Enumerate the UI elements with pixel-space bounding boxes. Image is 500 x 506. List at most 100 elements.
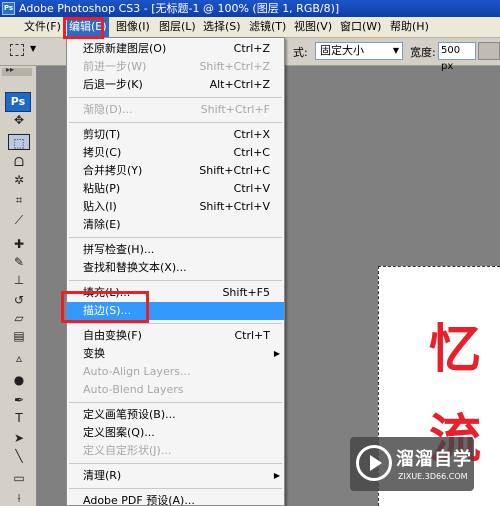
ps-logo[interactable]: Ps [5, 92, 31, 112]
menu-item-label: 定义自定形状(J)... [83, 444, 172, 457]
menu-item-shortcut: Alt+Ctrl+Z [209, 78, 270, 91]
submenu-arrow-icon: ▶ [273, 349, 280, 358]
menu-item-label: 自由变换(F) [83, 329, 142, 342]
pen-tool-icon[interactable]: ✒ [8, 392, 30, 408]
menu-separator [69, 122, 282, 123]
menu-item-label: 拷贝(C) [83, 146, 122, 159]
edit-menu-item: 定义自定形状(J)... [67, 442, 284, 460]
marquee-preset-icon[interactable] [10, 44, 24, 56]
edit-menu-item[interactable]: 变换 ▶ [67, 345, 284, 363]
palette-grip[interactable]: ▸▸ [2, 65, 32, 76]
edit-menu-item[interactable]: 查找和替换文本(X)... [67, 259, 284, 277]
chevron-down-icon: ▼ [392, 46, 399, 55]
eyedropper-tool-icon[interactable]: ⟊ [8, 490, 30, 506]
edit-menu-item[interactable]: 还原新建图层(O) Ctrl+Z [67, 40, 284, 58]
watermark-brand: 溜溜自学 [396, 449, 472, 470]
menu-image[interactable]: 图像(I) [114, 17, 152, 37]
path-selection-tool-icon[interactable]: ➤ [8, 430, 30, 446]
edit-menu-item[interactable]: 清除(E) [67, 216, 284, 234]
menu-item-shortcut: Ctrl+X [233, 128, 270, 141]
menu-item-label: 前进一步(W) [83, 60, 147, 73]
edit-menu-item[interactable]: 清理(R) ▶ [67, 467, 284, 485]
style-label: 式: [293, 46, 308, 59]
history-brush-tool-icon[interactable]: ↺ [8, 292, 30, 308]
menu-item-label: 拼写检查(H)... [83, 243, 155, 256]
menu-item-shortcut: Shift+Ctrl+Z [199, 60, 270, 73]
menu-item-label: 清除(E) [83, 218, 121, 231]
marquee-tool-icon[interactable]: ⬚ [8, 134, 30, 150]
menu-filter[interactable]: 滤镜(T) [247, 17, 288, 37]
menu-item-shortcut: Shift+Ctrl+F [200, 103, 270, 116]
magic-wand-tool-icon[interactable]: ✲ [8, 172, 30, 188]
title-bar: Ps Adobe Photoshop CS3 - [无标题-1 @ 100% (… [0, 0, 500, 17]
menu-separator [69, 97, 282, 98]
blur-tool-icon[interactable]: ▵ [8, 350, 30, 366]
chevron-down-icon[interactable]: ▼ [30, 44, 36, 53]
play-logo-icon [356, 445, 392, 481]
edit-menu-item: 渐隐(D)... Shift+Ctrl+F [67, 101, 284, 119]
menu-view[interactable]: 视图(V) [292, 17, 334, 37]
menu-file[interactable]: 文件(F) [22, 17, 63, 37]
menu-separator [69, 237, 282, 238]
menu-separator [69, 488, 282, 489]
canvas-char-1: 忆 [429, 319, 482, 380]
menu-item-label: 定义画笔预设(B)... [83, 408, 176, 421]
menu-item-shortcut: Shift+Ctrl+V [199, 200, 270, 213]
type-tool-icon[interactable]: T [8, 410, 30, 426]
menu-item-shortcut: Ctrl+Z [233, 42, 270, 55]
menu-separator [69, 402, 282, 403]
gradient-tool-icon[interactable]: ▤ [8, 328, 30, 344]
style-select[interactable]: 固定大小 ▼ [315, 42, 403, 60]
edit-menu-item[interactable]: 粘贴(P) Ctrl+V [67, 180, 284, 198]
edit-menu-item[interactable]: 后退一步(K) Alt+Ctrl+Z [67, 76, 284, 94]
menu-item-label: 定义图案(Q)... [83, 426, 155, 439]
edit-menu-item[interactable]: 合并拷贝(Y) Shift+Ctrl+C [67, 162, 284, 180]
menu-select[interactable]: 选择(S) [201, 17, 243, 37]
menu-layer[interactable]: 图层(L) [157, 17, 198, 37]
menu-item-label: 还原新建图层(O) [83, 42, 167, 55]
edit-menu-item[interactable]: Adobe PDF 预设(A)... [67, 492, 284, 506]
brush-tool-icon[interactable]: ✎ [8, 254, 30, 270]
menu-separator [69, 323, 282, 324]
crop-tool-icon[interactable]: ⌗ [8, 192, 30, 208]
line-tool-icon[interactable]: ╲ [8, 448, 30, 464]
edit-menu-item[interactable]: 自由变换(F) Ctrl+T [67, 327, 284, 345]
menu-item-label: 后退一步(K) [83, 78, 143, 91]
menu-item-label: 清理(R) [83, 469, 122, 482]
edit-menu-item[interactable]: 拼写检查(H)... [67, 241, 284, 259]
edit-menu-item[interactable]: 剪切(T) Ctrl+X [67, 126, 284, 144]
menu-item-shortcut: Ctrl+V [233, 182, 270, 195]
submenu-arrow-icon: ▶ [273, 471, 280, 480]
style-select-value: 固定大小 [320, 44, 364, 57]
width-input[interactable]: 500 px [438, 42, 476, 72]
menu-help[interactable]: 帮助(H) [388, 17, 431, 37]
move-tool-icon[interactable]: ✥ [8, 112, 30, 128]
menu-item-label: 渐隐(D)... [83, 103, 133, 116]
menu-window[interactable]: 窗口(W) [338, 17, 383, 37]
menu-item-label: Adobe PDF 预设(A)... [83, 494, 195, 506]
slice-tool-icon[interactable]: ⟋ [8, 212, 30, 228]
notes-tool-icon[interactable]: ▭ [8, 470, 30, 486]
edit-menu-item: 前进一步(W) Shift+Ctrl+Z [67, 58, 284, 76]
edit-menu-item[interactable]: 贴入(I) Shift+Ctrl+V [67, 198, 284, 216]
menu-item-label: 剪切(T) [83, 128, 121, 141]
healing-brush-tool-icon[interactable]: ✚ [8, 236, 30, 252]
width-swap-button[interactable] [478, 42, 500, 60]
menu-item-shortcut: Shift+Ctrl+C [199, 164, 270, 177]
menu-item-shortcut: Ctrl+C [233, 146, 270, 159]
menu-item-shortcut: Shift+F5 [222, 286, 270, 299]
menu-separator [69, 280, 282, 281]
edit-menu-item[interactable]: 拷贝(C) Ctrl+C [67, 144, 284, 162]
ps-app-icon: Ps [2, 2, 15, 15]
dodge-tool-icon[interactable]: ● [8, 372, 30, 388]
lasso-tool-icon[interactable]: ᗝ [8, 154, 30, 170]
edit-menu-item[interactable]: 定义画笔预设(B)... [67, 406, 284, 424]
edit-menu-item[interactable]: 定义图案(Q)... [67, 424, 284, 442]
edit-menu-dropdown: 还原新建图层(O) Ctrl+Z 前进一步(W) Shift+Ctrl+Z 后退一步(K… [66, 37, 285, 506]
menu-item-label: 粘贴(P) [83, 182, 121, 195]
watermark-url: ZIXUE.3D66.COM [398, 472, 468, 481]
width-label: 宽度: [410, 46, 436, 59]
eraser-tool-icon[interactable]: ▱ [8, 310, 30, 326]
clone-stamp-tool-icon[interactable]: ⊥ [8, 272, 30, 288]
menu-item-label: 变换 [83, 347, 105, 360]
